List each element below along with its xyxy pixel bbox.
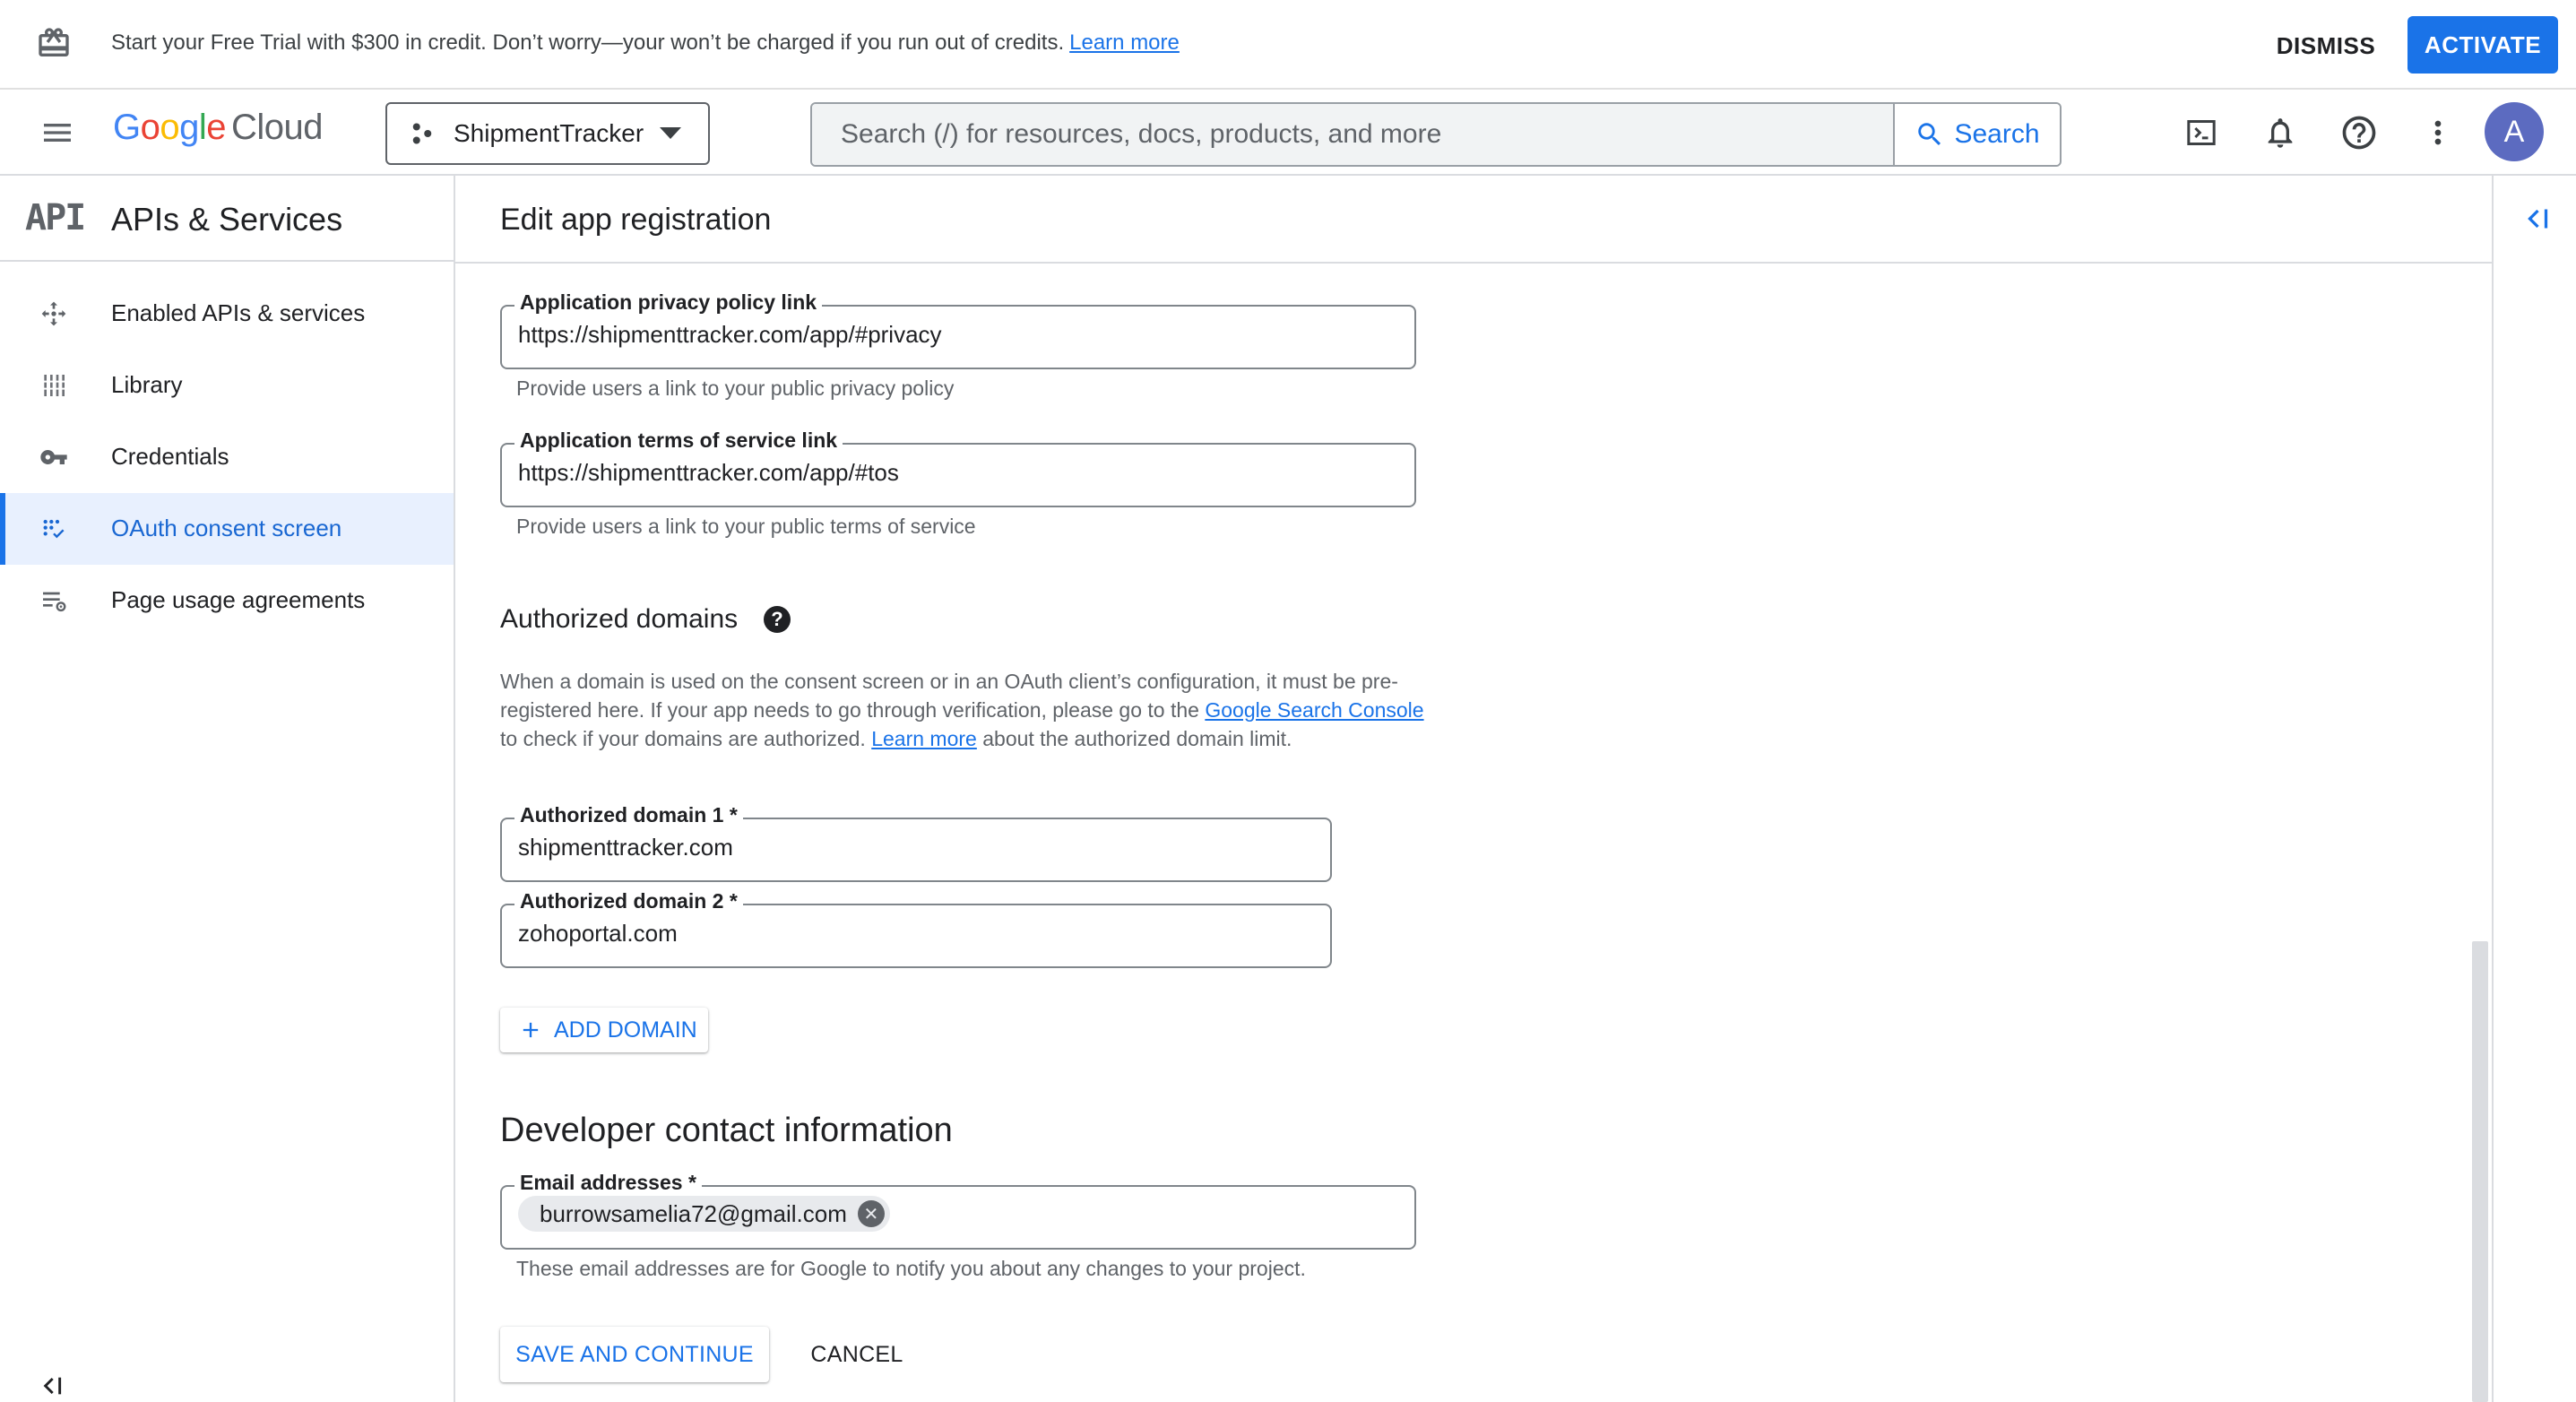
add-domain-label: ADD DOMAIN [554, 1017, 697, 1043]
logo-cloud: Cloud [231, 108, 324, 147]
search-bar: Search [810, 102, 2062, 167]
authorized-domain-2-input[interactable] [518, 920, 1264, 948]
authorized-domains-title: Authorized domains [500, 604, 739, 634]
banner-learn-more-link[interactable]: Learn more [1069, 30, 1180, 55]
authorized-domain-2-field: Authorized domain 2 * [500, 889, 1332, 968]
add-domain-button[interactable]: ADD DOMAIN [500, 1008, 708, 1052]
developer-contact-title: Developer contact information [500, 1112, 953, 1149]
authorized-domain-1-label: Authorized domain 1 * [514, 803, 743, 827]
dismiss-button[interactable]: DISMISS [2259, 18, 2393, 74]
library-icon [43, 375, 66, 396]
remove-chip-icon[interactable]: ✕ [857, 1200, 885, 1227]
email-addresses-hint: These email addresses are for Google to … [516, 1257, 1306, 1280]
email-chip-label: burrowsamelia72@gmail.com [540, 1199, 847, 1227]
bell-icon [2268, 118, 2293, 148]
description-text: to check if your domains are authorized. [500, 727, 872, 750]
sidebar: API APIs & Services Enabled APIs & servi… [0, 176, 455, 1402]
privacy-policy-input[interactable] [518, 321, 1340, 349]
banner-message: Start your Free Trial with $300 in credi… [111, 30, 1180, 56]
cloud-shell-button[interactable] [2180, 111, 2223, 154]
sidebar-item-label: Enabled APIs & services [111, 299, 366, 326]
sidebar-nav: Enabled APIs & services Library Credenti… [0, 278, 454, 636]
api-logo-icon: API [25, 197, 86, 238]
top-app-bar: Google Cloud ShipmentTracker Search (/) … [0, 90, 2576, 176]
account-avatar[interactable]: A [2485, 102, 2544, 161]
sidebar-item-label: Page usage agreements [111, 586, 366, 613]
authorized-domain-2-label: Authorized domain 2 * [514, 889, 743, 913]
sidebar-title: APIs & Services [111, 201, 343, 238]
search-button[interactable]: Search [1893, 104, 2060, 165]
tos-label: Application terms of service link [514, 428, 843, 453]
email-chip: burrowsamelia72@gmail.com ✕ [518, 1196, 890, 1232]
logo-google: Google [113, 108, 227, 147]
description-text: about the authorized domain limit. [976, 727, 1292, 750]
email-addresses-label: Email addresses * [514, 1171, 702, 1195]
sidebar-item-label: OAuth consent screen [111, 515, 342, 541]
more-options-button[interactable] [2416, 111, 2459, 154]
search-console-link[interactable]: Google Search Console [1205, 698, 1423, 722]
help-icon[interactable]: ? [764, 606, 791, 633]
privacy-policy-field: Application privacy policy link [500, 290, 1416, 369]
project-hierarchy-icon [412, 123, 432, 144]
sidebar-item-page-usage[interactable]: Page usage agreements [0, 565, 454, 636]
more-vert-icon [2434, 120, 2442, 145]
collapse-sidebar-icon[interactable] [39, 1372, 68, 1400]
sidebar-item-credentials[interactable]: Credentials [0, 421, 454, 493]
sidebar-item-label: Library [111, 371, 183, 398]
authorized-domain-1-field: Authorized domain 1 * [500, 803, 1332, 882]
banner-text: Start your Free Trial with $300 in credi… [111, 30, 1065, 55]
enabled-apis-icon [41, 301, 66, 326]
chevron-down-icon [660, 127, 681, 139]
oauth-consent-icon [43, 519, 65, 539]
sidebar-header: API APIs & Services [0, 176, 454, 262]
project-picker[interactable]: ShipmentTracker [385, 102, 710, 165]
help-circle-icon [2342, 116, 2376, 150]
authorized-domain-1-input[interactable] [518, 834, 1264, 861]
save-and-continue-button[interactable]: SAVE AND CONTINUE [500, 1327, 769, 1382]
key-icon [40, 450, 67, 464]
domain-learn-more-link[interactable]: Learn more [871, 727, 977, 750]
cancel-button[interactable]: CANCEL [794, 1327, 920, 1382]
search-button-label: Search [1954, 119, 2040, 149]
terminal-icon [2187, 120, 2216, 145]
sidebar-item-library[interactable]: Library [0, 350, 454, 421]
sidebar-item-enabled-apis[interactable]: Enabled APIs & services [0, 278, 454, 350]
main-header: Edit app registration [455, 176, 2492, 264]
tos-field: Application terms of service link [500, 428, 1416, 507]
email-addresses-field[interactable]: Email addresses * burrowsamelia72@gmail.… [500, 1171, 1416, 1250]
project-name: ShipmentTracker [454, 119, 644, 147]
right-rail [2492, 176, 2576, 1402]
activate-button[interactable]: ACTIVATE [2407, 16, 2558, 74]
help-button[interactable] [2338, 111, 2381, 154]
google-cloud-logo[interactable]: Google Cloud [113, 108, 324, 148]
authorized-domains-description: When a domain is used on the consent scr… [500, 667, 1432, 753]
scrollbar[interactable] [2472, 941, 2488, 1402]
privacy-policy-hint: Provide users a link to your public priv… [516, 376, 955, 400]
gift-icon [39, 28, 69, 56]
sidebar-item-label: Credentials [111, 443, 229, 470]
search-input[interactable] [812, 104, 1897, 165]
expand-panel-icon[interactable] [2520, 203, 2553, 235]
promo-banner: Start your Free Trial with $300 in credi… [0, 0, 2576, 90]
notifications-button[interactable] [2259, 111, 2302, 154]
search-icon [1918, 123, 1941, 146]
tos-input[interactable] [518, 459, 1340, 487]
privacy-policy-label: Application privacy policy link [514, 290, 823, 315]
settings-list-icon [43, 592, 66, 612]
plus-icon [523, 1022, 539, 1038]
sidebar-item-oauth-consent[interactable]: OAuth consent screen [0, 493, 454, 565]
page-title: Edit app registration [500, 203, 772, 237]
tos-hint: Provide users a link to your public term… [516, 515, 976, 538]
hamburger-menu-icon[interactable] [38, 115, 77, 151]
